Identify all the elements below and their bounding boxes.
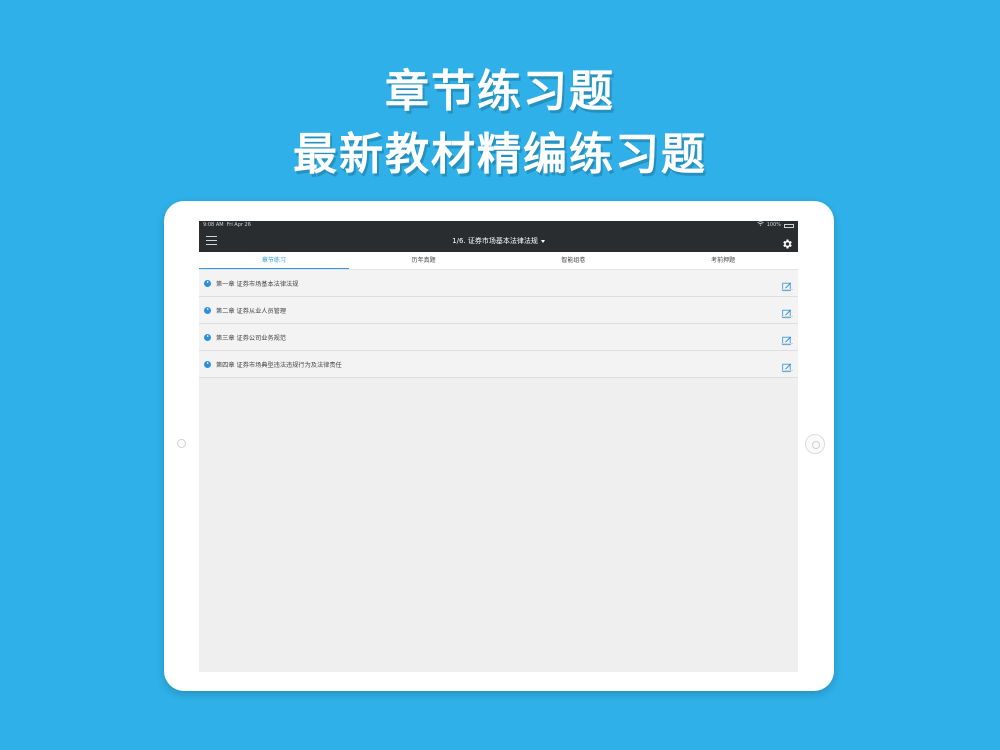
wifi-icon — [756, 221, 764, 230]
gear-icon[interactable] — [781, 235, 793, 249]
chapter-label: 第一章 证券市场基本法律法规 — [216, 280, 299, 288]
chapter-row-1[interactable]: 第一章 证券市场基本法律法规 — [199, 270, 798, 297]
chapter-label: 第四章 证券市场典型违法违规行为及法律责任 — [216, 361, 342, 369]
status-right: 100% — [756, 221, 794, 230]
divider — [781, 370, 793, 371]
chapter-label: 第三章 证券公司业务规范 — [216, 334, 287, 342]
chapter-row-3[interactable]: 第三章 证券公司业务规范 — [199, 324, 798, 351]
edit-icon[interactable] — [782, 358, 792, 373]
battery-percent: 100% — [766, 222, 781, 228]
edit-icon[interactable] — [782, 331, 792, 346]
status-bar: 9:08 AM Fri Apr 26 100% — [199, 221, 798, 230]
tab-chapter-practice[interactable]: 章节练习 — [199, 252, 349, 269]
promo-headline-1: 章节练习题 — [385, 66, 615, 117]
chapter-list: 第一章 证券市场基本法律法规 第二章 证券从业人员管理 第三章 证券公司业务规范 — [199, 270, 798, 378]
nav-title: 1/6. 证券市场基本法律法规 — [452, 237, 538, 245]
chevron-down-icon — [540, 239, 545, 243]
chapter-row-4[interactable]: 第四章 证券市场典型违法违规行为及法律责任 — [199, 351, 798, 378]
promo-headline-2: 最新教材精编练习题 — [293, 129, 707, 180]
expand-icon — [204, 360, 211, 368]
expand-icon — [204, 306, 211, 314]
divider — [781, 343, 793, 344]
app-screen: 9:08 AM Fri Apr 26 100% 1/6. 证券市场基本法律法规 … — [199, 221, 798, 672]
edit-icon[interactable] — [782, 277, 792, 292]
camera-dot — [177, 439, 186, 448]
tab-bar: 章节练习 历年真题 智能组卷 考前押题 — [199, 252, 798, 270]
expand-icon — [204, 333, 211, 341]
navigation-bar: 1/6. 证券市场基本法律法规 — [199, 230, 798, 252]
status-date: Fri Apr 26 — [226, 222, 251, 228]
divider — [781, 316, 793, 317]
chapter-label: 第二章 证券从业人员管理 — [216, 307, 287, 315]
tab-past-exams[interactable]: 历年真题 — [349, 252, 499, 269]
edit-icon[interactable] — [782, 304, 792, 319]
battery-icon — [784, 223, 794, 228]
chapter-row-2[interactable]: 第二章 证券从业人员管理 — [199, 297, 798, 324]
subject-selector[interactable]: 1/6. 证券市场基本法律法规 — [199, 230, 798, 252]
home-button — [805, 434, 825, 454]
status-time: 9:08 AM — [203, 222, 224, 228]
tab-predicted-questions[interactable]: 考前押题 — [648, 252, 798, 269]
tab-smart-paper[interactable]: 智能组卷 — [499, 252, 649, 269]
expand-icon — [204, 279, 211, 287]
divider — [781, 289, 793, 290]
status-time-date: 9:08 AM Fri Apr 26 — [203, 221, 251, 230]
